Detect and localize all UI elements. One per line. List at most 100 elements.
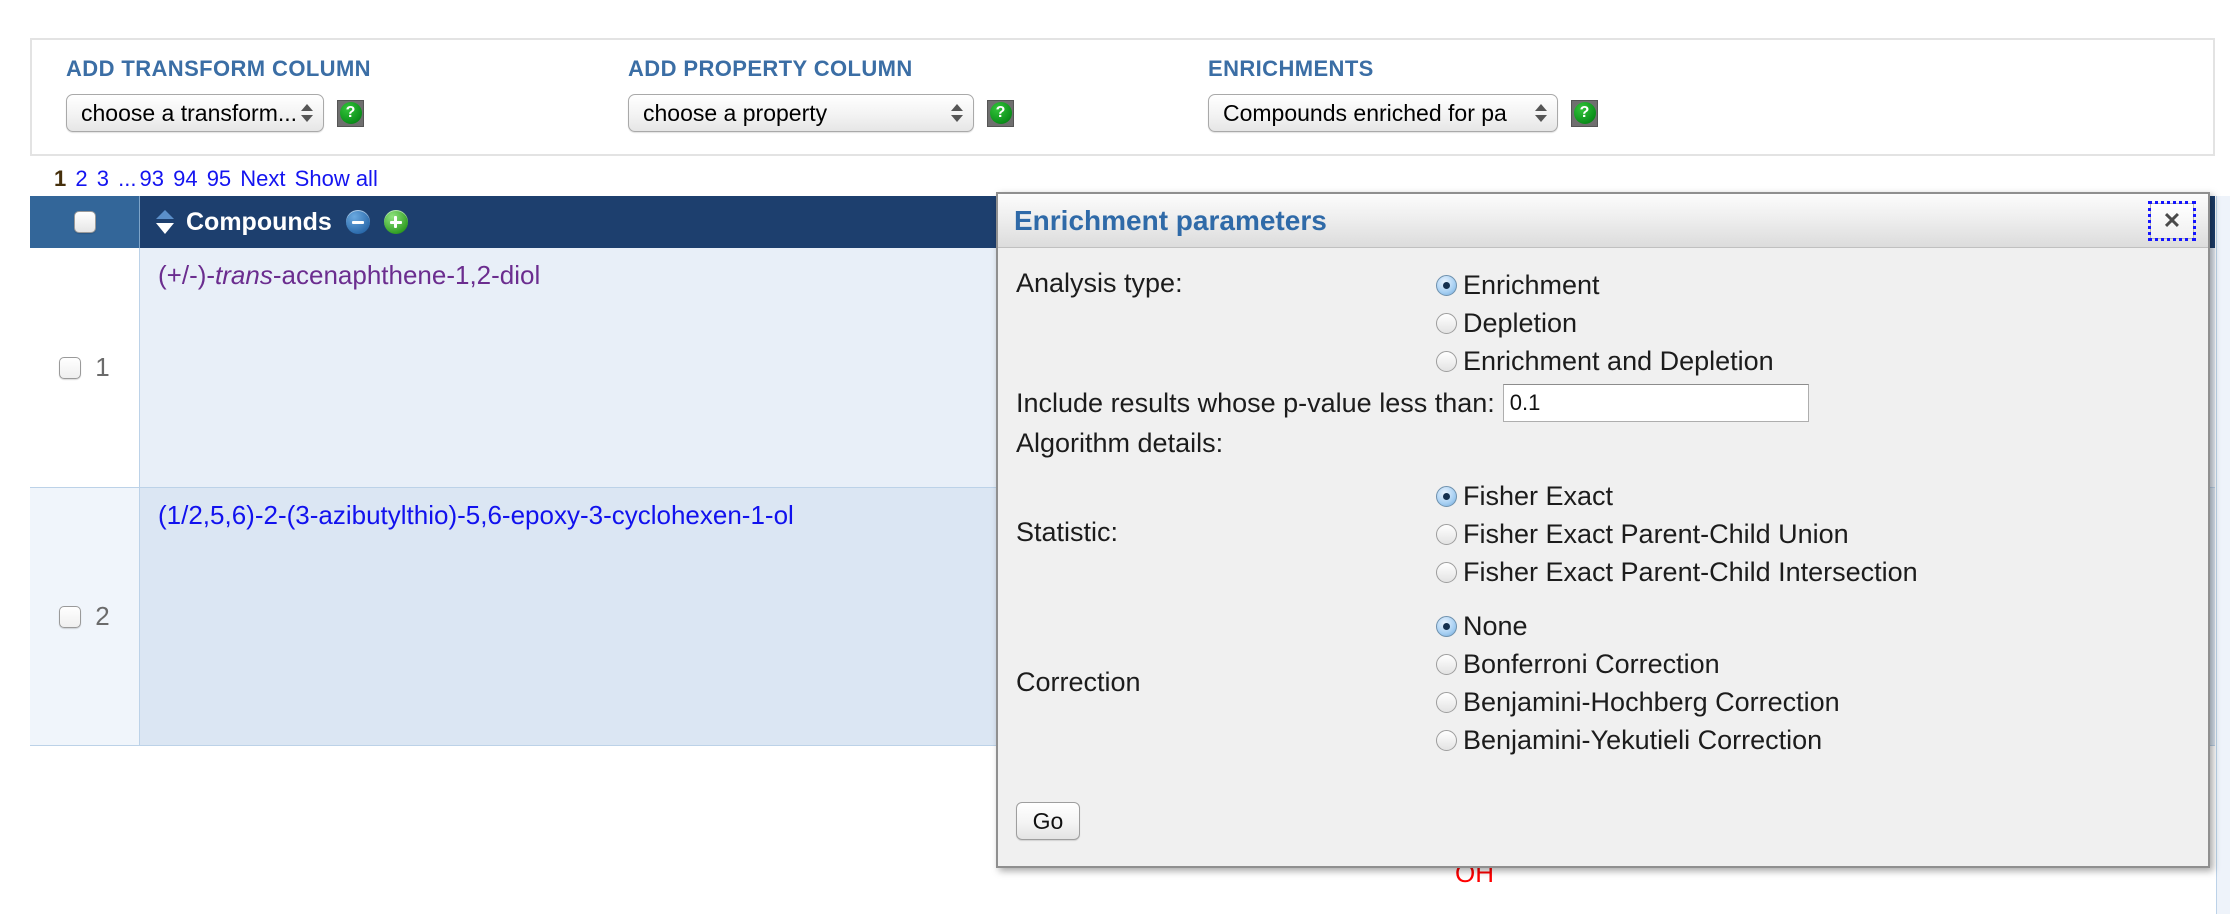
add-transform-column-label: ADD TRANSFORM COLUMN <box>66 56 371 82</box>
enrichments-help-button[interactable]: ? <box>1571 100 1598 127</box>
radio-option-benjamini-hochberg-correction[interactable]: Benjamini-Hochberg Correction <box>1436 683 2182 721</box>
add-property-column-group: ADD PROPERTY COLUMN choose a property ? <box>628 56 1014 132</box>
remove-column-button[interactable] <box>346 210 370 234</box>
enrichments-select[interactable]: Compounds enriched for pa <box>1208 94 1558 132</box>
pagination-page-94[interactable]: 94 <box>173 166 197 191</box>
compound-name-italic: trans <box>215 260 273 290</box>
toolbar-panel: ADD TRANSFORM COLUMN choose a transform.… <box>30 38 2215 156</box>
radio-label: Bonferroni Correction <box>1463 649 1720 680</box>
select-all-checkbox[interactable] <box>74 211 96 233</box>
radio-option-enrichment-and-depletion[interactable]: Enrichment and Depletion <box>1436 342 2182 380</box>
question-mark-icon: ? <box>1574 102 1596 124</box>
statistic-label: Statistic: <box>1016 477 1436 548</box>
transform-select-value: choose a transform... <box>67 100 297 127</box>
radio-icon[interactable] <box>1436 524 1457 545</box>
radio-label: Fisher Exact Parent-Child Union <box>1463 519 1849 550</box>
compound-link[interactable]: (+/-)-trans-acenaphthene-1,2-diol <box>158 260 540 290</box>
dialog-title: Enrichment parameters <box>1014 205 1327 237</box>
radio-icon[interactable] <box>1436 692 1457 713</box>
radio-option-fisher-exact-parent-child-intersection[interactable]: Fisher Exact Parent-Child Intersection <box>1436 553 2182 591</box>
go-button[interactable]: Go <box>1016 802 1080 840</box>
radio-label: Fisher Exact Parent-Child Intersection <box>1463 557 1918 588</box>
radio-icon[interactable] <box>1436 275 1457 296</box>
row-number: 2 <box>95 601 109 632</box>
row-select-cell: 1 <box>30 248 140 488</box>
radio-option-bonferroni-correction[interactable]: Bonferroni Correction <box>1436 645 2182 683</box>
dialog-body: Analysis type: Enrichment Depletion Enri… <box>998 248 2208 866</box>
pagination-page-3[interactable]: 3 <box>97 166 109 191</box>
row-select-cell: 2 <box>30 488 140 746</box>
radio-label: None <box>1463 611 1528 642</box>
chevron-updown-icon <box>301 104 313 122</box>
radio-icon[interactable] <box>1436 562 1457 583</box>
add-property-column-label: ADD PROPERTY COLUMN <box>628 56 1014 82</box>
radio-icon[interactable] <box>1436 313 1457 334</box>
radio-option-fisher-exact-parent-child-union[interactable]: Fisher Exact Parent-Child Union <box>1436 515 2182 553</box>
dialog-titlebar: Enrichment parameters ✕ <box>998 194 2208 248</box>
compound-link[interactable]: (1/2,5,6)-2-(3-azibutylthio)-5,6-epoxy-3… <box>158 500 794 530</box>
statistic-options: Fisher Exact Fisher Exact Parent-Child U… <box>1436 477 2182 591</box>
chevron-updown-icon <box>1535 104 1547 122</box>
pagination-current-page: 1 <box>54 166 66 191</box>
radio-icon[interactable] <box>1436 730 1457 751</box>
radio-label: Fisher Exact <box>1463 481 1613 512</box>
transform-select[interactable]: choose a transform... <box>66 94 324 132</box>
radio-option-enrichment[interactable]: Enrichment <box>1436 266 2182 304</box>
property-help-button[interactable]: ? <box>987 100 1014 127</box>
enrichments-label: ENRICHMENTS <box>1208 56 1598 82</box>
correction-label: Correction <box>1016 607 1436 698</box>
chevron-updown-icon <box>951 104 963 122</box>
radio-label: Benjamini-Yekutieli Correction <box>1463 725 1822 756</box>
add-column-button[interactable] <box>384 210 408 234</box>
analysis-type-label: Analysis type: <box>1016 266 1436 299</box>
radio-label: Benjamini-Hochberg Correction <box>1463 687 1840 718</box>
add-transform-column-group: ADD TRANSFORM COLUMN choose a transform.… <box>66 56 371 132</box>
pvalue-label: Include results whose p-value less than: <box>1016 388 1495 419</box>
radio-option-fisher-exact[interactable]: Fisher Exact <box>1436 477 2182 515</box>
pagination-page-95[interactable]: 95 <box>207 166 231 191</box>
enrichments-group: ENRICHMENTS Compounds enriched for pa ? <box>1208 56 1598 132</box>
row-number: 1 <box>95 352 109 383</box>
pagination-page-2[interactable]: 2 <box>75 166 87 191</box>
statistic-row: Statistic: Fisher Exact Fisher Exact Par… <box>1016 477 2182 591</box>
table-right-edge <box>2216 196 2230 914</box>
row-checkbox[interactable] <box>59 606 81 628</box>
sort-toggle-icon[interactable] <box>156 210 174 234</box>
property-select[interactable]: choose a property <box>628 94 974 132</box>
pvalue-row: Include results whose p-value less than: <box>1016 384 2182 422</box>
radio-label: Enrichment and Depletion <box>1463 346 1774 377</box>
radio-option-depletion[interactable]: Depletion <box>1436 304 2182 342</box>
pvalue-input[interactable] <box>1503 384 1809 422</box>
radio-icon[interactable] <box>1436 351 1457 372</box>
question-mark-icon: ? <box>990 102 1012 124</box>
correction-options: None Bonferroni Correction Benjamini-Hoc… <box>1436 607 2182 759</box>
algorithm-details-label: Algorithm details: <box>1016 428 2182 459</box>
property-select-value: choose a property <box>629 100 827 127</box>
pagination-ellipsis: ... <box>118 166 136 191</box>
enrichment-parameters-dialog: Enrichment parameters ✕ Analysis type: E… <box>996 192 2210 868</box>
correction-row: Correction None Bonferroni Correction Be… <box>1016 607 2182 759</box>
radio-icon[interactable] <box>1436 486 1457 507</box>
question-mark-icon: ? <box>340 102 362 124</box>
radio-label: Depletion <box>1463 308 1577 339</box>
select-all-header-cell <box>30 196 140 248</box>
compound-name-suffix: -acenaphthene-1,2-diol <box>273 260 540 290</box>
transform-help-button[interactable]: ? <box>337 100 364 127</box>
pagination-show-all-link[interactable]: Show all <box>295 166 378 191</box>
analysis-type-row: Analysis type: Enrichment Depletion Enri… <box>1016 266 2182 380</box>
analysis-type-options: Enrichment Depletion Enrichment and Depl… <box>1436 266 2182 380</box>
close-icon[interactable]: ✕ <box>2150 203 2194 239</box>
row-checkbox[interactable] <box>59 357 81 379</box>
app-screen: ADD TRANSFORM COLUMN choose a transform.… <box>0 0 2230 914</box>
compounds-column-title: Compounds <box>186 208 332 237</box>
radio-label: Enrichment <box>1463 270 1600 301</box>
radio-icon[interactable] <box>1436 654 1457 675</box>
pagination-page-93[interactable]: 93 <box>139 166 163 191</box>
radio-option-benjamini-yekutieli-correction[interactable]: Benjamini-Yekutieli Correction <box>1436 721 2182 759</box>
radio-icon[interactable] <box>1436 616 1457 637</box>
close-glyph: ✕ <box>2163 210 2181 232</box>
radio-option-none[interactable]: None <box>1436 607 2182 645</box>
pagination: 1 2 3 ...93 94 95 Next Show all <box>54 166 381 192</box>
pagination-next-link[interactable]: Next <box>240 166 285 191</box>
compound-name-prefix: (+/-)- <box>158 260 215 290</box>
